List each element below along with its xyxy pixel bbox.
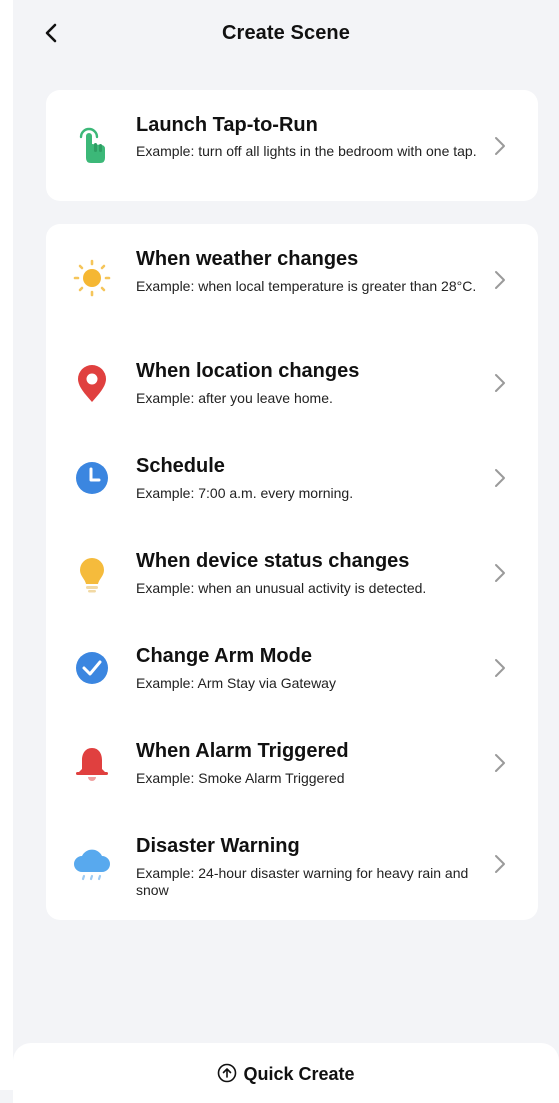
condition-list-card: When weather changes Example: when local… xyxy=(46,224,538,920)
condition-title: Change Arm Mode xyxy=(136,645,312,667)
launch-tap-to-run-item[interactable]: Launch Tap-to-Run Example: turn off all … xyxy=(46,98,538,193)
condition-description: Example: when an unusual activity is det… xyxy=(136,580,427,596)
condition-alarm-item[interactable]: When Alarm Triggered Example: Smoke Alar… xyxy=(46,724,538,819)
chevron-right-icon xyxy=(495,659,505,677)
condition-description: Example: Arm Stay via Gateway xyxy=(136,675,336,691)
bottom-bar: Quick Create xyxy=(13,1043,559,1103)
condition-description: Example: 24-hour disaster warning for he… xyxy=(136,865,469,898)
rain-cloud-icon xyxy=(74,849,110,881)
condition-title: Disaster Warning xyxy=(136,835,300,857)
condition-weather-item[interactable]: When weather changes Example: when local… xyxy=(46,232,538,327)
quick-create-button[interactable]: Quick Create xyxy=(13,1063,559,1085)
condition-description: Example: when local temperature is great… xyxy=(136,278,477,294)
chevron-right-icon xyxy=(495,564,505,582)
condition-location-item[interactable]: When location changes Example: after you… xyxy=(46,344,538,439)
chevron-right-icon xyxy=(495,469,505,487)
location-pin-icon xyxy=(78,365,106,402)
condition-description: Example: 7:00 a.m. every morning. xyxy=(136,485,354,501)
chevron-right-icon xyxy=(495,374,505,392)
header: Create Scene xyxy=(13,10,559,60)
upload-circle-icon xyxy=(218,1063,237,1083)
tap-hand-icon xyxy=(79,127,105,163)
condition-description: Example: Smoke Alarm Triggered xyxy=(136,770,345,786)
condition-title: When location changes xyxy=(136,360,360,382)
tap-to-run-card: Launch Tap-to-Run Example: turn off all … xyxy=(46,90,538,201)
condition-schedule-item[interactable]: Schedule Example: 7:00 a.m. every mornin… xyxy=(46,439,538,534)
chevron-right-icon xyxy=(495,754,505,772)
chevron-right-icon xyxy=(495,137,505,155)
condition-device-status-item[interactable]: When device status changes Example: when… xyxy=(46,534,538,629)
tap-to-run-title: Launch Tap-to-Run xyxy=(136,114,318,136)
left-margin-strip xyxy=(0,0,13,1090)
quick-create-label: Quick Create xyxy=(243,1064,355,1084)
checkmark-shield-icon xyxy=(76,652,108,684)
condition-disaster-warning-item[interactable]: Disaster Warning Example: 24-hour disast… xyxy=(46,819,538,914)
bell-icon xyxy=(76,748,108,781)
sun-icon xyxy=(73,259,111,297)
condition-arm-mode-item[interactable]: Change Arm Mode Example: Arm Stay via Ga… xyxy=(46,629,538,724)
condition-title: When weather changes xyxy=(136,248,359,270)
clock-icon xyxy=(76,462,108,494)
page-title: Create Scene xyxy=(222,22,350,44)
condition-title: When Alarm Triggered xyxy=(136,740,349,762)
chevron-right-icon xyxy=(495,271,505,289)
condition-title: Schedule xyxy=(136,455,225,477)
tap-to-run-description: Example: turn off all lights in the bedr… xyxy=(136,143,477,159)
condition-description: Example: after you leave home. xyxy=(136,390,333,406)
chevron-right-icon xyxy=(495,855,505,873)
condition-title: When device status changes xyxy=(136,550,410,572)
light-bulb-icon xyxy=(80,558,104,593)
